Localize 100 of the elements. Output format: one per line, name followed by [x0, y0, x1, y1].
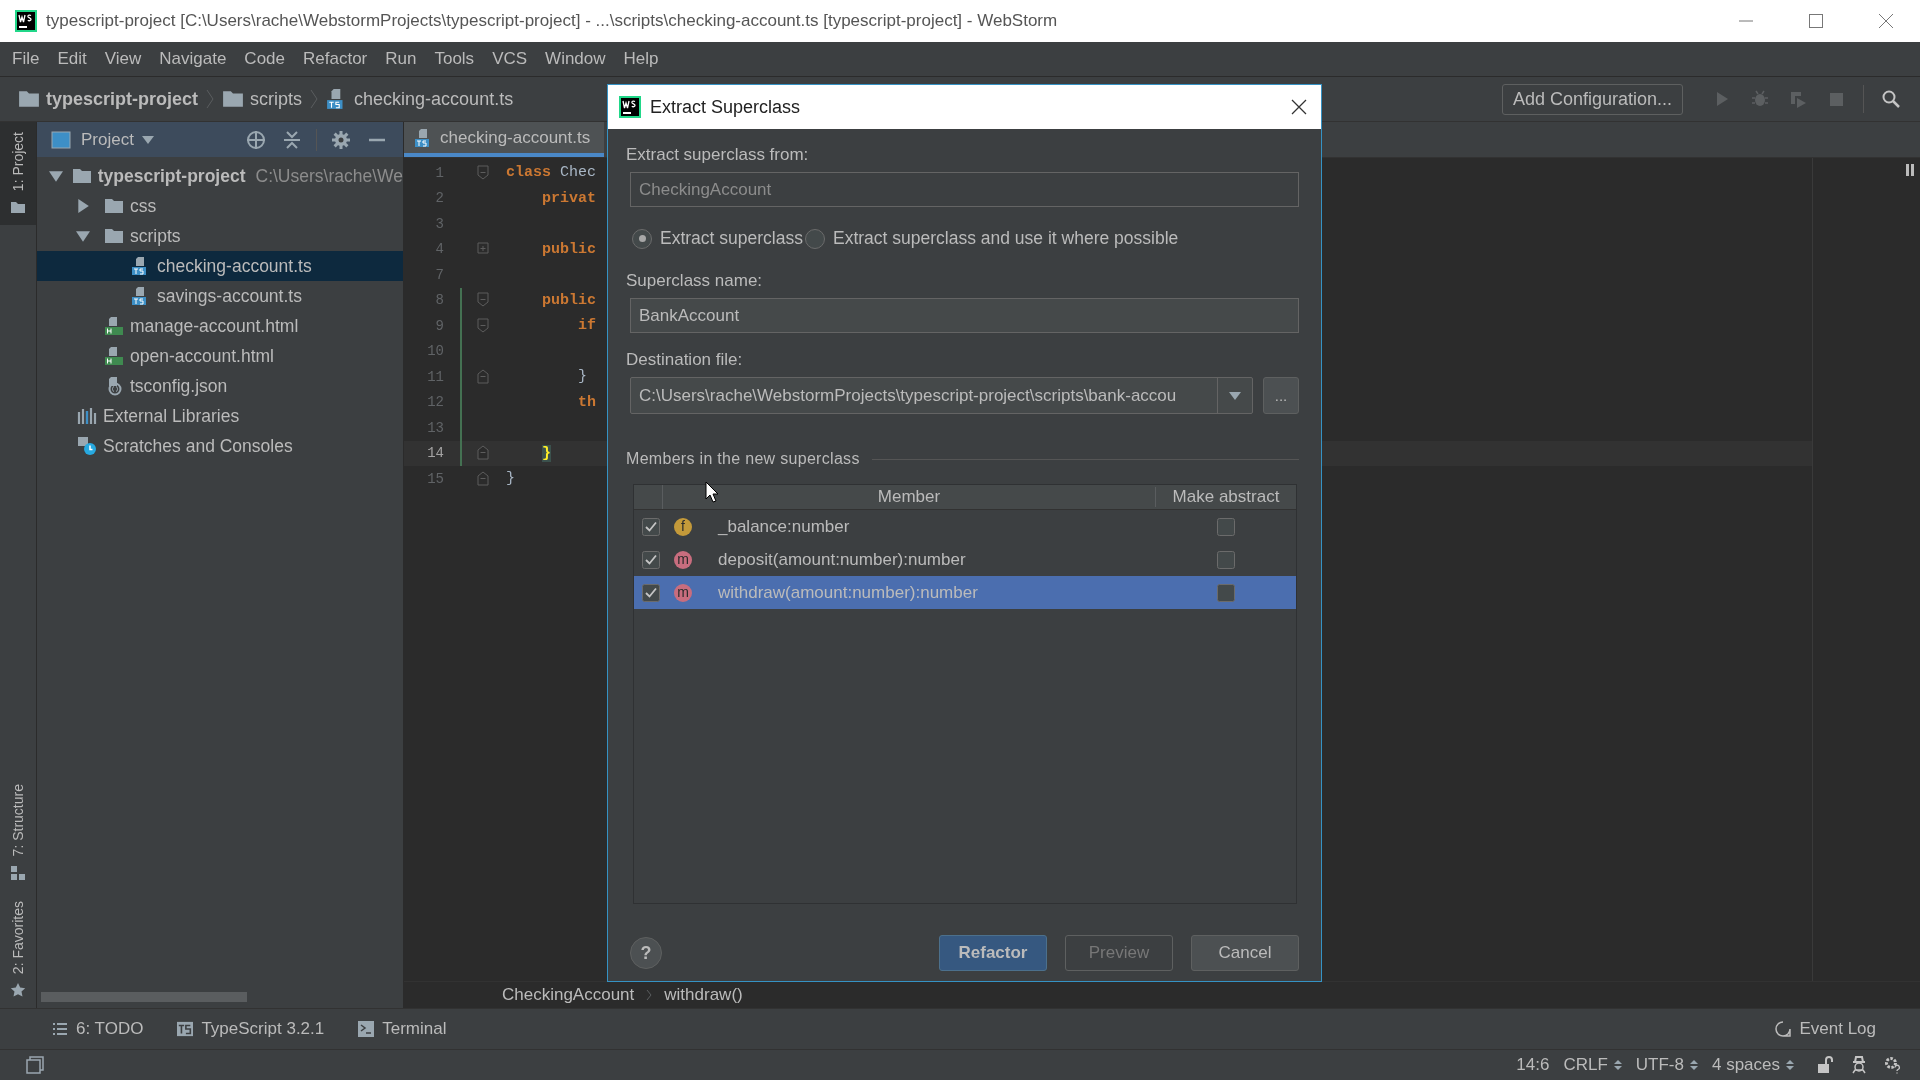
tree-item[interactable]: manage-account.html — [37, 311, 403, 341]
destination-file-combo[interactable]: C:\Users\rache\WebstormProjects\typescript-project\scripts\bank-accou — [630, 377, 1253, 414]
menu-item[interactable]: Refactor — [297, 49, 374, 69]
column-header[interactable]: Make abstract — [1156, 487, 1296, 507]
breadcrumb[interactable]: scripts — [250, 88, 303, 110]
pause-icon — [1906, 164, 1914, 176]
expanded-arrow-icon[interactable] — [76, 229, 90, 243]
search-icon[interactable] — [1881, 89, 1901, 109]
radio-option[interactable]: Extract superclass and use it where possible — [802, 228, 1179, 249]
folder-icon — [71, 166, 92, 186]
tree-item[interactable]: typescript-project C:\Users\rache\We — [37, 161, 403, 191]
line-number: 12 — [426, 394, 444, 411]
checkbox[interactable] — [642, 517, 660, 536]
close-icon[interactable] — [1291, 99, 1307, 115]
line-number: 15 — [426, 470, 444, 487]
tool-window-button[interactable]: Terminal — [358, 1019, 447, 1039]
menu-item[interactable]: Navigate — [153, 49, 233, 69]
up-down-arrow-icon — [1613, 1059, 1622, 1071]
tool-window-button[interactable]: TypeScript 3.2.1 — [177, 1019, 325, 1039]
tree-item[interactable]: External Libraries — [37, 401, 403, 431]
up-down-arrow-icon — [1786, 1059, 1794, 1071]
typescript-icon — [177, 1021, 194, 1037]
breadcrumb[interactable]: CheckingAccount — [502, 985, 635, 1005]
caret-position[interactable]: 14:6 — [1516, 1055, 1550, 1075]
tool-window-button[interactable]: 6: TODO — [52, 1019, 144, 1039]
maximize-icon[interactable] — [1808, 13, 1824, 29]
libraries-icon — [77, 406, 97, 426]
event-log-button[interactable]: Event Log — [1775, 1019, 1876, 1039]
tree-item[interactable]: Scratches and Consoles — [37, 431, 403, 461]
scrollbar[interactable] — [41, 992, 247, 1002]
settings-help-icon[interactable] — [1884, 1056, 1902, 1074]
tree-item[interactable]: open-account.html — [37, 341, 403, 371]
window-title: typescript-project [C:\Users\rache\WebstormProjects\typescript-project] - ...\scripts\checking-account.ts [typescript-project] - WebStorm — [46, 11, 1058, 31]
star-icon — [10, 982, 26, 998]
help-button[interactable]: ? — [630, 937, 662, 969]
project-tool-button[interactable]: 1: Project — [0, 122, 36, 226]
checkbox[interactable] — [642, 583, 660, 602]
encoding-selector[interactable]: UTF-8 — [1635, 1055, 1698, 1075]
breadcrumb[interactable]: typescript-project — [46, 88, 199, 110]
dialog-button[interactable]: Refactor — [939, 935, 1047, 971]
unlock-icon[interactable] — [1816, 1056, 1834, 1074]
tree-item[interactable]: tsconfig.json — [37, 371, 403, 401]
line-number: 4 — [434, 241, 444, 258]
menu-item[interactable]: VCS — [486, 49, 534, 69]
caret-icon[interactable] — [141, 135, 154, 144]
menu-item[interactable]: Window — [539, 49, 612, 69]
tool-window-button[interactable]: 7: Structure — [0, 774, 36, 891]
checkbox[interactable] — [642, 550, 660, 569]
fold-marker-icon[interactable] — [476, 470, 490, 486]
line-number: 11 — [426, 368, 444, 385]
menu-item[interactable]: Help — [617, 49, 665, 69]
fold-marker-icon[interactable] — [476, 241, 490, 257]
folder-icon — [104, 196, 124, 216]
member-type-badge: m — [674, 550, 692, 569]
line-separator-selector[interactable]: CRLF — [1563, 1055, 1622, 1075]
menu-item[interactable]: Code — [238, 49, 291, 69]
dialog-button[interactable]: Cancel — [1191, 935, 1299, 971]
tool-window-button[interactable]: 2: Favorites — [0, 890, 36, 1008]
section-title: Members in the new superclass — [626, 450, 860, 468]
panel-toggle-icon[interactable] — [26, 1056, 44, 1074]
tree-item[interactable]: css — [37, 191, 403, 221]
menu-item[interactable]: Tools — [428, 49, 481, 69]
expanded-arrow-icon[interactable] — [49, 169, 63, 183]
browse-button[interactable]: ... — [1263, 377, 1299, 414]
collapse-all-icon[interactable] — [282, 129, 302, 150]
checkbox[interactable] — [1217, 517, 1235, 536]
code-line: } — [506, 470, 515, 488]
line-number: 1 — [434, 164, 444, 181]
fold-marker-icon[interactable] — [476, 445, 490, 461]
breadcrumb[interactable]: checking-account.ts — [354, 88, 514, 110]
checkbox[interactable] — [1217, 550, 1235, 569]
checkbox[interactable] — [1217, 583, 1235, 602]
breadcrumb[interactable]: withdraw() — [664, 985, 743, 1005]
fold-marker-icon[interactable] — [476, 164, 490, 180]
chevron-icon — [646, 989, 653, 1001]
superclass-name-field[interactable]: BankAccount — [630, 298, 1299, 333]
project-view-dropdown[interactable]: Project — [81, 129, 134, 150]
settings-icon[interactable] — [331, 129, 351, 150]
dropdown-arrow-icon[interactable] — [1229, 391, 1241, 400]
speech-bubble-icon — [1775, 1021, 1792, 1037]
field-label: Destination file: — [626, 350, 744, 370]
add-configuration-button[interactable]: Add Configuration... — [1501, 83, 1683, 115]
source-class-field[interactable]: CheckingAccount — [630, 172, 1299, 207]
locate-icon[interactable] — [246, 129, 266, 150]
collapsed-arrow-icon[interactable] — [76, 199, 90, 213]
inspector-icon[interactable] — [1850, 1056, 1868, 1074]
menu-item[interactable]: Run — [379, 49, 423, 69]
fold-marker-icon[interactable] — [476, 368, 490, 384]
tree-item[interactable]: savings-account.ts — [37, 281, 403, 311]
tree-item[interactable]: scripts — [37, 221, 403, 251]
menu-item[interactable]: Edit — [51, 49, 93, 69]
fold-marker-icon[interactable] — [476, 317, 490, 333]
tree-item[interactable]: checking-account.ts — [37, 251, 403, 281]
menu-item[interactable]: View — [98, 49, 148, 69]
menu-item[interactable]: File — [6, 49, 46, 69]
chevron-icon — [206, 88, 215, 110]
fold-marker-icon[interactable] — [476, 292, 490, 308]
editor-tab[interactable]: checking-account.ts — [404, 122, 604, 157]
indent-selector[interactable]: 4 spaces — [1711, 1055, 1794, 1075]
radio-option[interactable]: Extract superclass — [630, 228, 803, 249]
